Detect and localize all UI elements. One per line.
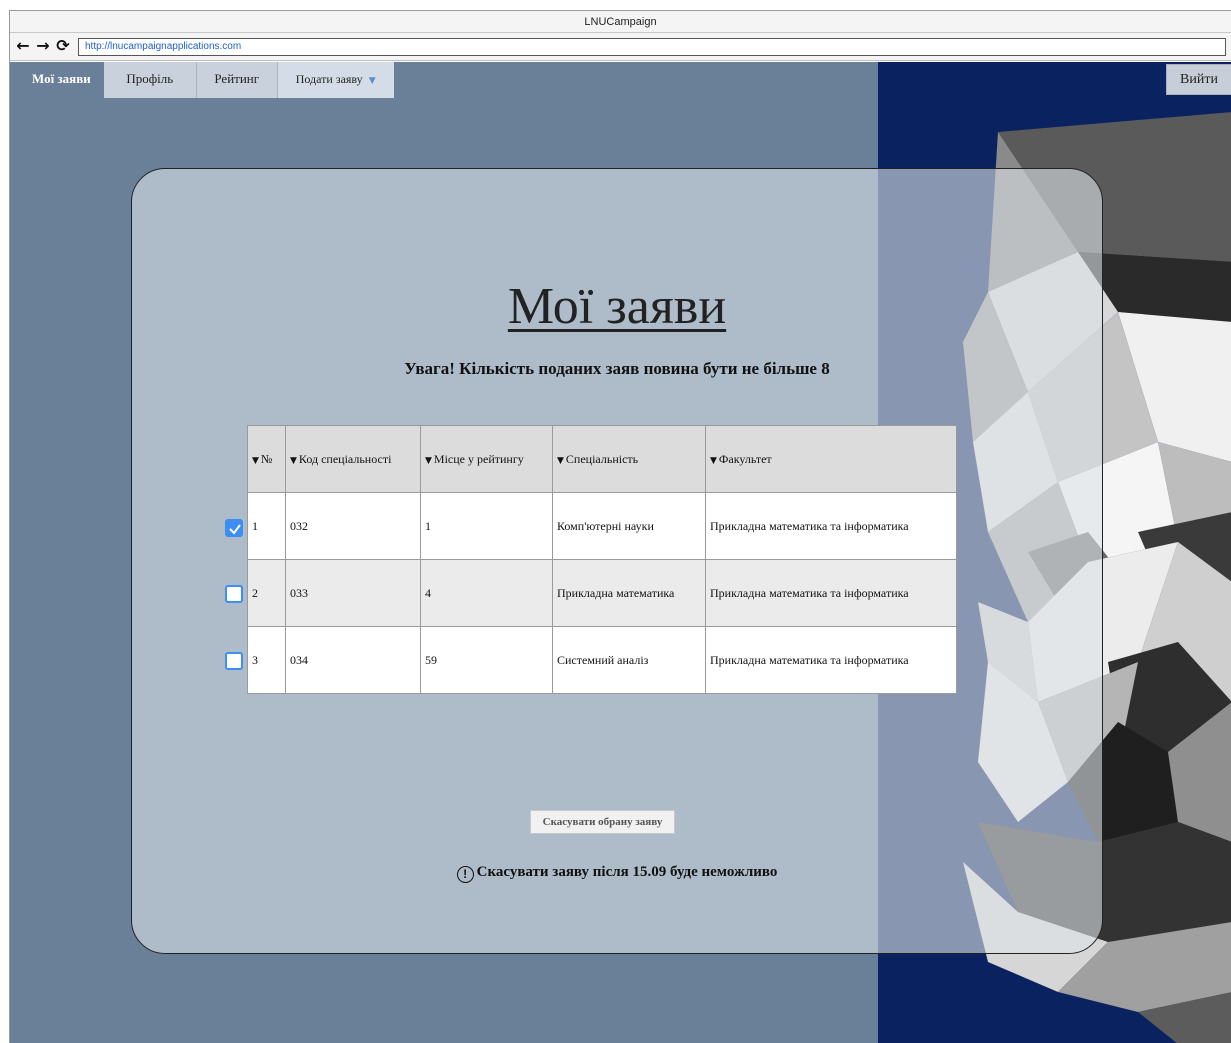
cell-rank: 4 <box>420 559 553 627</box>
table-row[interactable]: 1 032 1 Комп'ютерні науки Прикладна мате… <box>247 492 957 560</box>
sort-down-icon: ▼ <box>290 455 297 466</box>
deadline-text: Скасувати заяву після 15.09 буде неможли… <box>476 864 778 880</box>
cell-rank: 59 <box>420 626 553 694</box>
deadline-note: ! Скасувати заяву після 15.09 буде неможл… <box>132 864 1102 883</box>
row-checkbox-3[interactable] <box>225 652 243 670</box>
cell-faculty: Прикладна математика та інформатика <box>705 559 957 627</box>
cell-rank: 1 <box>420 492 553 560</box>
applications-table: ▼ № ▼ Код спеціальності ▼ Місце у рейтингу … <box>247 425 957 694</box>
chevron-down-icon: ▼ <box>368 76 376 86</box>
cell-faculty: Прикладна математика та інформатика <box>705 626 957 694</box>
main-nav: Мої заяви Профіль Рейтинг Подати заяву ▼ <box>10 62 394 98</box>
cell-code: 034 <box>285 626 421 694</box>
nav-rating[interactable]: Рейтинг <box>196 62 278 98</box>
sort-down-icon: ▼ <box>557 455 564 466</box>
warning-text: Увага! Кількість поданих заяв повина бут… <box>404 359 830 378</box>
cell-code: 032 <box>285 492 421 560</box>
column-header-number[interactable]: ▼ № <box>247 425 286 493</box>
table-header-row: ▼ № ▼ Код спеціальності ▼ Місце у рейтингу … <box>247 425 957 493</box>
cell-number: 1 <box>247 492 286 560</box>
page-viewport: Мої заяви Профіль Рейтинг Подати заяву ▼ … <box>10 62 1231 1043</box>
address-bar: ← → ⟳ http://lnucampaignapplications.com <box>10 33 1231 61</box>
cell-specialty: Прикладна математика <box>552 559 706 627</box>
row-checkbox-1[interactable] <box>225 519 243 537</box>
nav-profile[interactable]: Профіль <box>103 62 197 98</box>
window-title: LNUCampaign <box>10 11 1231 33</box>
reload-icon[interactable]: ⟳ <box>54 37 72 55</box>
nav-submit-application[interactable]: Подати заяву ▼ <box>277 62 394 98</box>
cell-code: 033 <box>285 559 421 627</box>
cell-faculty: Прикладна математика та інформатика <box>705 492 957 560</box>
column-header-rank[interactable]: ▼ Місце у рейтингу <box>420 425 553 493</box>
sort-down-icon: ▼ <box>425 455 432 466</box>
nav-my-applications[interactable]: Мої заяви <box>10 62 104 98</box>
row-checkbox-2[interactable] <box>225 585 243 603</box>
nav-submit-label: Подати заяву <box>295 72 363 86</box>
info-icon: ! <box>456 866 474 883</box>
column-header-code[interactable]: ▼ Код спеціальності <box>285 425 421 493</box>
column-header-specialty[interactable]: ▼ Спеціальність <box>552 425 706 493</box>
url-input[interactable]: http://lnucampaignapplications.com <box>78 38 1226 56</box>
forward-arrow-icon[interactable]: → <box>34 37 52 55</box>
sort-down-icon: ▼ <box>710 455 717 466</box>
cell-specialty: Комп'ютерні науки <box>552 492 706 560</box>
cell-number: 2 <box>247 559 286 627</box>
logout-button[interactable]: Вийти <box>1166 64 1231 95</box>
browser-window: LNUCampaign ← → ⟳ http://lnucampaignappl… <box>9 10 1231 1043</box>
table-row[interactable]: 3 034 59 Системний аналіз Прикладна мате… <box>247 626 957 694</box>
cell-specialty: Системний аналіз <box>552 626 706 694</box>
checkmark-icon <box>229 524 241 535</box>
cancel-application-button[interactable]: Скасувати обрану заяву <box>530 810 675 834</box>
back-arrow-icon[interactable]: ← <box>14 37 32 55</box>
applications-card: Мої заяви Увага! Кількість поданих заяв … <box>131 168 1103 954</box>
sort-down-icon: ▼ <box>252 455 259 466</box>
table-row[interactable]: 2 033 4 Прикладна математика Прикладна м… <box>247 559 957 627</box>
cell-number: 3 <box>247 626 286 694</box>
column-header-faculty[interactable]: ▼ Факультет <box>705 425 957 493</box>
page-title: Мої заяви <box>507 278 727 335</box>
